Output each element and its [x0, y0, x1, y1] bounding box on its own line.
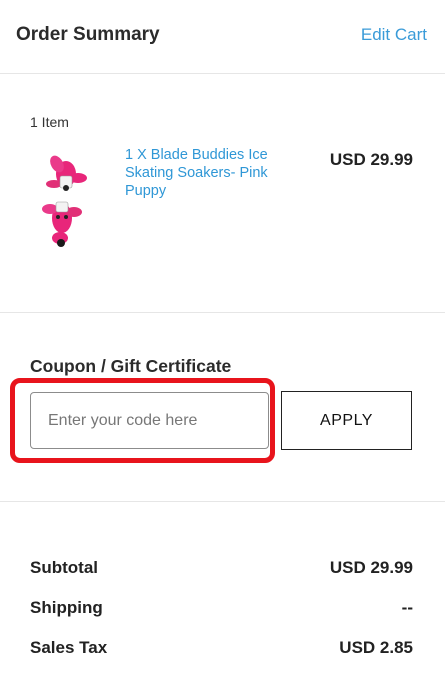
pink-puppy-soaker-image	[30, 154, 100, 249]
product-name-link[interactable]: 1 X Blade Buddies Ice Skating Soakers- P…	[125, 146, 295, 200]
order-summary-header: Order Summary Edit Cart	[0, 0, 445, 74]
product-price: USD 29.99	[329, 150, 413, 169]
item-count: 1 Item	[30, 114, 69, 130]
sales-tax-label: Sales Tax	[30, 638, 108, 657]
cart-items-section: 1 Item 1 X Blade Buddies Ice Skating Soa…	[0, 74, 445, 313]
sales-tax-row: Sales Tax USD 2.85	[30, 638, 413, 660]
shipping-label: Shipping	[30, 598, 103, 617]
coupon-label: Coupon / Gift Certificate	[30, 356, 232, 376]
sales-tax-value: USD 2.85	[339, 638, 413, 657]
coupon-code-input[interactable]	[30, 392, 269, 449]
shipping-row: Shipping --	[30, 598, 413, 620]
subtotal-value: USD 29.99	[329, 558, 413, 577]
subtotal-row: Subtotal USD 29.99	[30, 558, 413, 580]
shipping-value: --	[401, 598, 413, 617]
edit-cart-link[interactable]: Edit Cart	[361, 25, 427, 45]
subtotal-label: Subtotal	[30, 558, 98, 577]
page-title: Order Summary	[16, 24, 160, 45]
coupon-section: Coupon / Gift Certificate APPLY	[0, 313, 445, 502]
apply-button[interactable]: APPLY	[281, 391, 412, 450]
order-totals: Subtotal USD 29.99 Shipping -- Sales Tax…	[0, 502, 445, 700]
